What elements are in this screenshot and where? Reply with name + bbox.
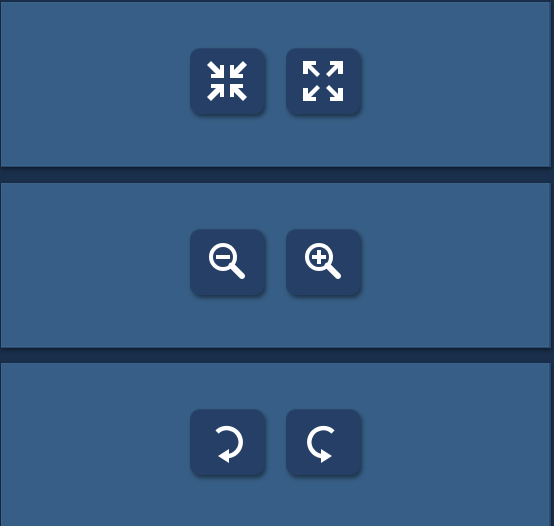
rotate-right-icon [301, 420, 345, 464]
rotate-left-button[interactable] [190, 409, 264, 475]
zoom-in-button[interactable] [286, 229, 360, 295]
enter-fullscreen-button[interactable] [286, 48, 360, 114]
zoom-out-icon [205, 240, 249, 284]
rotate-right-button[interactable] [286, 409, 360, 475]
rotate-panel [1, 363, 551, 526]
fullscreen-panel [1, 2, 551, 167]
zoom-out-button[interactable] [190, 229, 264, 295]
exit-fullscreen-button[interactable] [190, 48, 264, 114]
rotate-left-icon [205, 420, 249, 464]
zoom-in-icon [301, 240, 345, 284]
enter-fullscreen-icon [301, 59, 345, 103]
exit-fullscreen-icon [205, 59, 249, 103]
zoom-panel [1, 183, 551, 348]
